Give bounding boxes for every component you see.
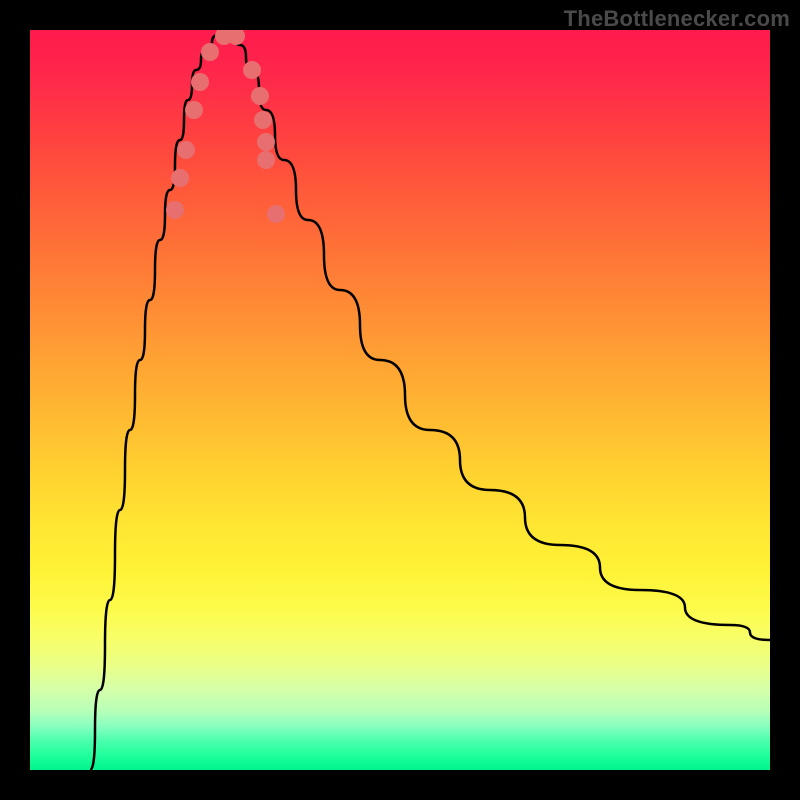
outer-black-frame: TheBottlenecker.com bbox=[0, 0, 800, 800]
bottleneck-curve-right bbox=[230, 30, 770, 640]
data-point-marker bbox=[191, 73, 209, 91]
bottleneck-curve-left bbox=[90, 30, 230, 770]
data-point-marker bbox=[185, 101, 203, 119]
data-point-marker bbox=[201, 43, 219, 61]
data-point-marker bbox=[166, 201, 184, 219]
chart-svg bbox=[30, 30, 770, 770]
curve-group bbox=[90, 30, 770, 770]
data-point-marker bbox=[254, 111, 272, 129]
data-point-marker bbox=[243, 61, 261, 79]
data-point-marker bbox=[257, 151, 275, 169]
watermark-text: TheBottlenecker.com bbox=[564, 6, 790, 32]
data-point-marker bbox=[267, 205, 285, 223]
data-point-marker bbox=[251, 87, 269, 105]
data-point-marker bbox=[257, 133, 275, 151]
data-point-marker bbox=[171, 169, 189, 187]
plot-area bbox=[30, 30, 770, 770]
data-point-marker bbox=[177, 141, 195, 159]
